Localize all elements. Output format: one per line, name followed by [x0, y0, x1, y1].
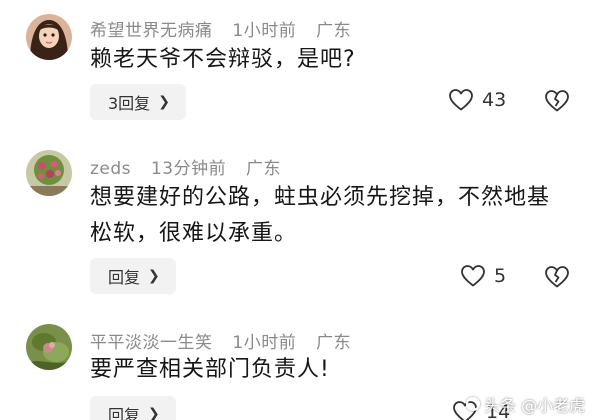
- avatar-image: [26, 14, 72, 60]
- comment-time: 13分钟前: [150, 159, 227, 179]
- comment-item: 希望世界无病痛 1小时前 广东 赖老天爷不会辩驳，是吧? 3回复 ❯ 43: [0, 0, 600, 130]
- broken-heart-icon: [545, 90, 569, 112]
- comment-location: 广东: [316, 333, 352, 353]
- heart-icon: [461, 265, 485, 287]
- avatar[interactable]: [26, 150, 72, 196]
- comment-location: 广东: [245, 159, 281, 179]
- avatar[interactable]: [26, 14, 72, 60]
- toutiao-logo-icon: [466, 397, 480, 411]
- comment-text: 想要建好的公路，蛀虫必须先挖掉，不然地基松软，很难以承重。: [90, 185, 551, 246]
- username[interactable]: 平平淡淡一生笑: [90, 333, 213, 353]
- avatar-image: [26, 324, 72, 370]
- comment-location: 广东: [316, 21, 352, 41]
- username[interactable]: 希望世界无病痛: [90, 21, 213, 41]
- chevron-right-icon: ❯: [148, 268, 160, 284]
- watermark: 头条 @小老虎: [466, 392, 585, 416]
- comment-text: 要严查相关部门负责人!: [90, 357, 330, 382]
- comment-meta: 希望世界无病痛 1小时前 广东: [90, 16, 351, 41]
- avatar[interactable]: [26, 324, 72, 370]
- reply-label: 回复: [108, 406, 141, 420]
- avatar-image: [26, 150, 72, 196]
- comment-time: 1小时前: [232, 21, 297, 41]
- comment-time: 1小时前: [232, 333, 297, 353]
- like-button[interactable]: 43: [448, 88, 506, 112]
- like-count: 5: [494, 265, 507, 287]
- dislike-button[interactable]: [544, 265, 570, 293]
- comment-meta: 平平淡淡一生笑 1小时前 广东: [90, 328, 351, 353]
- broken-heart-icon: [545, 266, 569, 288]
- chevron-right-icon: ❯: [148, 406, 160, 420]
- comment-list: 希望世界无病痛 1小时前 广东 赖老天爷不会辩驳，是吧? 3回复 ❯ 43 ze…: [0, 0, 600, 420]
- comment-meta: zeds 13分钟前 广东: [90, 154, 281, 179]
- reply-label: 3回复: [108, 94, 151, 113]
- reply-label: 回复: [108, 268, 141, 287]
- heart-icon: [449, 89, 473, 111]
- watermark-text: 头条 @小老虎: [484, 396, 586, 415]
- reply-button[interactable]: 回复 ❯: [90, 396, 176, 420]
- username[interactable]: zeds: [90, 159, 131, 179]
- reply-button[interactable]: 回复 ❯: [90, 258, 176, 294]
- reply-button[interactable]: 3回复 ❯: [90, 84, 186, 120]
- comment-text: 赖老天爷不会辩驳，是吧?: [90, 47, 356, 72]
- dislike-button[interactable]: [544, 89, 570, 117]
- comment-item: zeds 13分钟前 广东 想要建好的公路，蛀虫必须先挖掉，不然地基松软，很难以…: [0, 140, 600, 310]
- like-count: 43: [482, 89, 507, 111]
- chevron-right-icon: ❯: [158, 94, 170, 110]
- like-button[interactable]: 5: [460, 264, 506, 288]
